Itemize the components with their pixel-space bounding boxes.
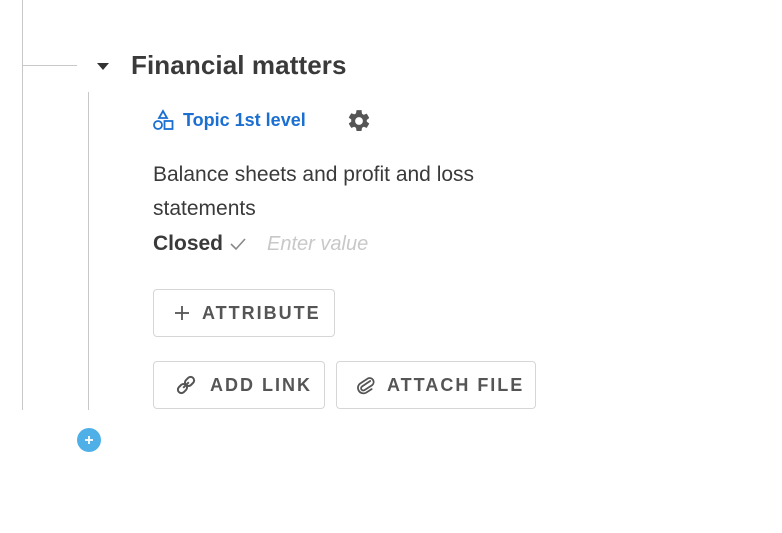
topic-type[interactable]: Topic 1st level [152,106,306,134]
node-description[interactable]: Balance sheets and profit and loss state… [153,158,513,226]
node-title[interactable]: Financial matters [131,50,347,81]
attach-file-button[interactable]: ATTACH FILE [336,361,536,409]
attach-file-label: ATTACH FILE [387,374,525,395]
paperclip-icon [357,377,375,395]
shapes-icon [153,109,174,130]
plus-icon [175,306,189,320]
add-attribute-button[interactable]: ATTRIBUTE [153,289,335,337]
link-icon [176,375,196,395]
value-input[interactable] [267,232,428,256]
topic-type-label[interactable]: Topic 1st level [183,110,306,131]
collapse-caret-icon[interactable] [97,63,109,70]
add-node-button[interactable] [77,428,101,452]
tree-line-inner [88,92,89,410]
add-link-button[interactable]: ADD LINK [153,361,325,409]
gear-icon[interactable] [346,108,372,134]
check-icon[interactable] [229,237,247,251]
add-attribute-label: ATTRIBUTE [202,302,321,323]
tree-line-outer [22,0,23,410]
status-row: Closed [153,229,428,259]
status-label: Closed [153,232,224,255]
add-link-label: ADD LINK [210,374,312,395]
tree-branch-line [22,65,77,66]
plus-icon [85,436,93,444]
